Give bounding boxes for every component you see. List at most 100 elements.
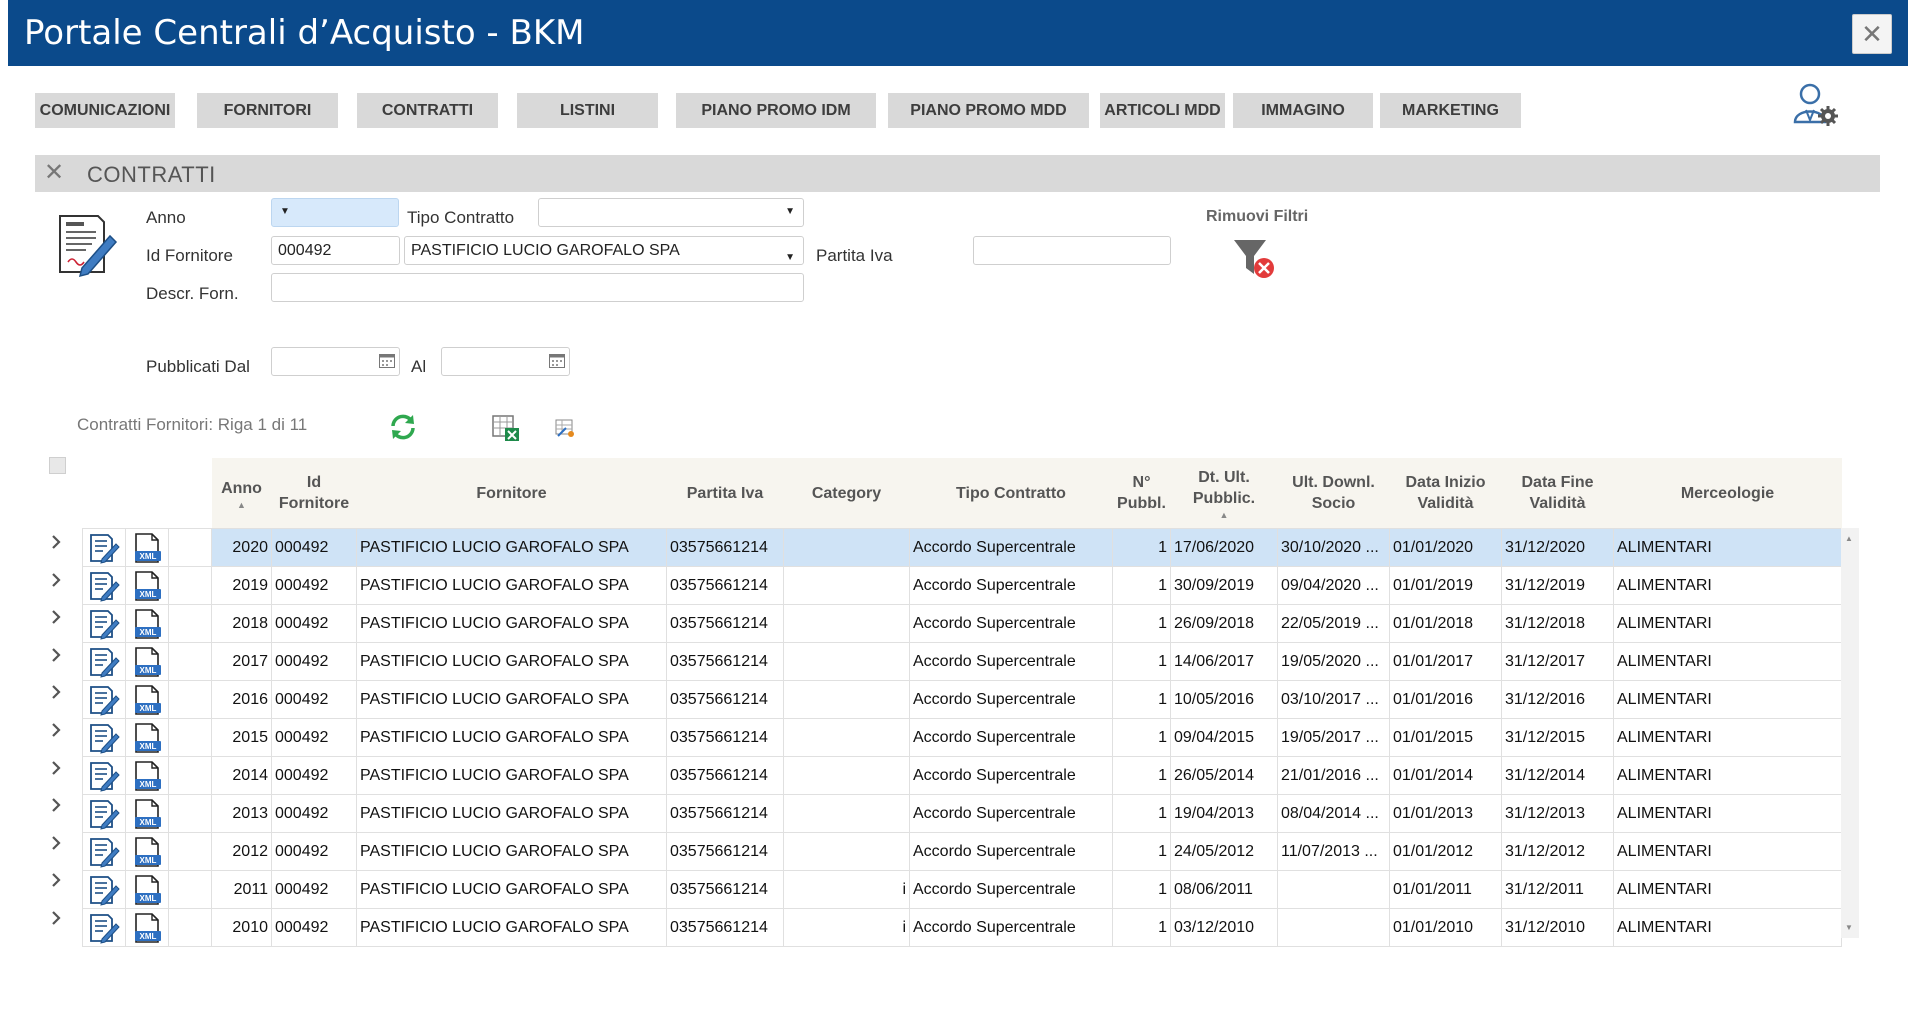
table-row[interactable]: XML 2018 000492 PASTIFICIO LUCIO GAROFALO S… bbox=[82, 604, 1842, 643]
chevron-right-icon[interactable] bbox=[46, 908, 66, 928]
nav-comunicazioni-button[interactable]: COMUNICAZIONI bbox=[35, 93, 175, 128]
xml-file-icon[interactable]: XML bbox=[125, 794, 169, 833]
calendar-icon[interactable] bbox=[379, 354, 395, 368]
xml-file-icon[interactable]: XML bbox=[125, 908, 169, 947]
table-row[interactable]: XML 2017 000492 PASTIFICIO LUCIO GAROFALO S… bbox=[82, 642, 1842, 681]
anno-select[interactable]: ▼ bbox=[271, 198, 399, 227]
xml-file-icon[interactable]: XML bbox=[131, 570, 163, 602]
chevron-right-icon[interactable] bbox=[46, 607, 66, 627]
nav-articoli-mdd-button[interactable]: ARTICOLI MDD bbox=[1100, 93, 1225, 128]
tipo-contratto-select[interactable]: ▼ bbox=[538, 198, 804, 227]
chevron-right-icon[interactable] bbox=[46, 758, 66, 778]
nav-marketing-button[interactable]: MARKETING bbox=[1380, 93, 1521, 128]
pubblicati-dal-field[interactable] bbox=[271, 347, 400, 376]
vertical-scrollbar[interactable]: ▲ ▼ bbox=[1841, 528, 1859, 938]
edit-document-icon[interactable] bbox=[82, 794, 126, 833]
col-tipo-contratto[interactable]: Tipo Contratto bbox=[909, 458, 1113, 529]
select-all-checkbox[interactable] bbox=[49, 457, 66, 474]
xml-file-icon[interactable]: XML bbox=[131, 874, 163, 906]
edit-document-icon[interactable] bbox=[88, 608, 120, 640]
xml-file-icon[interactable]: XML bbox=[131, 684, 163, 716]
chevron-right-icon[interactable] bbox=[46, 570, 66, 590]
edit-document-icon[interactable] bbox=[82, 832, 126, 871]
xml-file-icon[interactable]: XML bbox=[131, 608, 163, 640]
nav-piano-promo-idm-button[interactable]: PIANO PROMO IDM bbox=[676, 93, 876, 128]
partita-iva-field[interactable] bbox=[973, 236, 1171, 265]
chevron-right-icon[interactable] bbox=[46, 532, 66, 552]
col-anno[interactable]: Anno ▲ bbox=[211, 458, 272, 529]
refresh-icon[interactable] bbox=[388, 412, 418, 442]
col-data-inizio[interactable]: Data Inizio Validità bbox=[1389, 458, 1502, 529]
chevron-right-icon[interactable] bbox=[46, 870, 66, 890]
nav-listini-button[interactable]: LISTINI bbox=[517, 93, 658, 128]
table-row[interactable]: XML 2013 000492 PASTIFICIO LUCIO GAROFALO S… bbox=[82, 794, 1842, 833]
nav-fornitori-button[interactable]: FORNITORI bbox=[197, 93, 338, 128]
xml-file-icon[interactable]: XML bbox=[125, 604, 169, 643]
chevron-right-icon[interactable] bbox=[46, 833, 66, 853]
xml-file-icon[interactable]: XML bbox=[125, 756, 169, 795]
xml-file-icon[interactable]: XML bbox=[131, 798, 163, 830]
nav-contratti-button[interactable]: CONTRATTI bbox=[357, 93, 498, 128]
export-excel-icon[interactable] bbox=[491, 414, 521, 442]
xml-file-icon[interactable]: XML bbox=[131, 912, 163, 944]
col-fornitore[interactable]: Fornitore bbox=[356, 458, 667, 529]
edit-document-icon[interactable] bbox=[88, 874, 120, 906]
nav-piano-promo-mdd-button[interactable]: PIANO PROMO MDD bbox=[888, 93, 1089, 128]
al-field[interactable] bbox=[441, 347, 570, 376]
edit-document-icon[interactable] bbox=[88, 532, 120, 564]
table-row[interactable]: XML 2011 000492 PASTIFICIO LUCIO GAROFALO S… bbox=[82, 870, 1842, 909]
edit-document-icon[interactable] bbox=[82, 756, 126, 795]
filter-remove-icon[interactable] bbox=[1232, 236, 1278, 282]
xml-file-icon[interactable]: XML bbox=[125, 642, 169, 681]
chevron-right-icon[interactable] bbox=[46, 645, 66, 665]
table-row[interactable]: XML 2015 000492 PASTIFICIO LUCIO GAROFALO S… bbox=[82, 718, 1842, 757]
xml-file-icon[interactable]: XML bbox=[125, 832, 169, 871]
edit-document-icon[interactable] bbox=[82, 908, 126, 947]
col-category[interactable]: Category bbox=[783, 458, 910, 529]
edit-document-icon[interactable] bbox=[82, 566, 126, 605]
table-row[interactable]: XML 2014 000492 PASTIFICIO LUCIO GAROFALO S… bbox=[82, 756, 1842, 795]
export-icon[interactable] bbox=[554, 417, 576, 439]
xml-file-icon[interactable]: XML bbox=[131, 646, 163, 678]
xml-file-icon[interactable]: XML bbox=[131, 722, 163, 754]
xml-file-icon[interactable]: XML bbox=[125, 870, 169, 909]
user-settings-icon[interactable] bbox=[1790, 80, 1840, 130]
xml-file-icon[interactable]: XML bbox=[125, 566, 169, 605]
edit-document-icon[interactable] bbox=[88, 570, 120, 602]
descr-forn-field[interactable] bbox=[271, 273, 804, 302]
chevron-right-icon[interactable] bbox=[46, 682, 66, 702]
edit-document-icon[interactable] bbox=[82, 680, 126, 719]
calendar-icon[interactable] bbox=[549, 354, 565, 368]
close-icon[interactable]: ✕ bbox=[1852, 14, 1892, 54]
edit-document-icon[interactable] bbox=[82, 604, 126, 643]
table-row[interactable]: XML 2020 000492 PASTIFICIO LUCIO GAROFALO S… bbox=[82, 528, 1842, 567]
col-partita-iva[interactable]: Partita Iva bbox=[666, 458, 784, 529]
col-dt-ult-pubblic[interactable]: Dt. Ult. Pubblic. ▲ bbox=[1170, 458, 1278, 529]
edit-document-icon[interactable] bbox=[88, 912, 120, 944]
col-data-fine[interactable]: Data Fine Validità bbox=[1501, 458, 1614, 529]
xml-file-icon[interactable]: XML bbox=[131, 760, 163, 792]
edit-document-icon[interactable] bbox=[88, 760, 120, 792]
col-merceologie[interactable]: Merceologie bbox=[1613, 458, 1842, 529]
fornitore-select[interactable]: PASTIFICIO LUCIO GAROFALO SPA ▼ bbox=[404, 236, 804, 265]
edit-document-icon[interactable] bbox=[88, 836, 120, 868]
table-row[interactable]: XML 2010 000492 PASTIFICIO LUCIO GAROFALO S… bbox=[82, 908, 1842, 947]
section-close-icon[interactable]: ✕ bbox=[44, 158, 64, 187]
col-ult-downl-socio[interactable]: Ult. Downl. Socio bbox=[1277, 458, 1390, 529]
xml-file-icon[interactable]: XML bbox=[125, 680, 169, 719]
edit-document-icon[interactable] bbox=[88, 722, 120, 754]
col-n-pubbl[interactable]: N° Pubbl. bbox=[1112, 458, 1171, 529]
xml-file-icon[interactable]: XML bbox=[125, 528, 169, 567]
xml-file-icon[interactable]: XML bbox=[125, 718, 169, 757]
col-id-fornitore[interactable]: Id Fornitore bbox=[271, 458, 357, 529]
id-fornitore-field[interactable] bbox=[271, 236, 400, 265]
table-row[interactable]: XML 2016 000492 PASTIFICIO LUCIO GAROFALO S… bbox=[82, 680, 1842, 719]
edit-document-icon[interactable] bbox=[82, 528, 126, 567]
table-row[interactable]: XML 2019 000492 PASTIFICIO LUCIO GAROFALO S… bbox=[82, 566, 1842, 605]
table-row[interactable]: XML 2012 000492 PASTIFICIO LUCIO GAROFALO S… bbox=[82, 832, 1842, 871]
chevron-right-icon[interactable] bbox=[46, 795, 66, 815]
chevron-right-icon[interactable] bbox=[46, 720, 66, 740]
edit-document-icon[interactable] bbox=[88, 798, 120, 830]
edit-document-icon[interactable] bbox=[82, 718, 126, 757]
edit-document-icon[interactable] bbox=[88, 684, 120, 716]
